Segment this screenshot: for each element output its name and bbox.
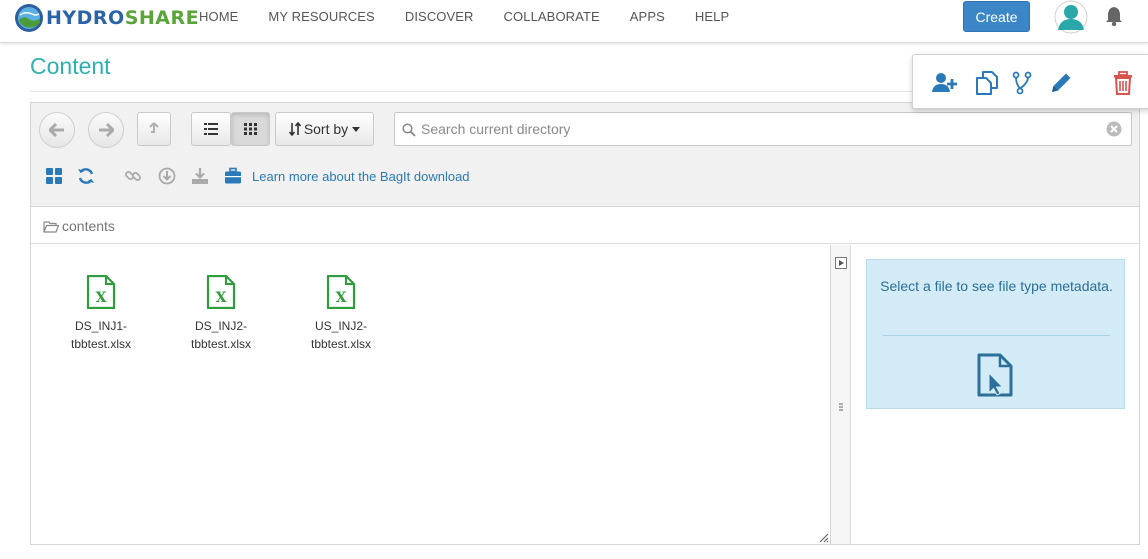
file-metadata-pane: Select a file to see file type metadata.	[852, 245, 1139, 544]
file-item[interactable]: X DS_INJ1- tbbtest.xlsx	[46, 275, 156, 353]
clear-search-icon[interactable]	[1106, 121, 1122, 137]
search-box	[394, 112, 1132, 146]
user-avatar-icon[interactable]	[1054, 0, 1088, 34]
up-directory-button[interactable]	[137, 112, 171, 146]
svg-text:X: X	[336, 290, 347, 306]
sort-by-dropdown[interactable]: Sort by	[275, 112, 374, 146]
notifications-bell-icon[interactable]	[1104, 5, 1124, 27]
file-browser-toolbar: Sort by Search current directory Learn m…	[31, 103, 1139, 207]
download-circle-icon[interactable]	[158, 167, 176, 185]
caret-down-icon	[352, 126, 361, 132]
back-button[interactable]	[39, 112, 75, 148]
grid-icon	[244, 123, 257, 135]
logo-text-hydro: HYDRO	[46, 7, 125, 29]
sort-icon	[288, 122, 301, 136]
metadata-info-box: Select a file to see file type metadata.	[866, 259, 1125, 409]
page-title: Content	[30, 53, 111, 79]
file-item[interactable]: X US_INJ2- tbbtest.xlsx	[286, 275, 396, 353]
file-list: X DS_INJ1- tbbtest.xlsx X DS_INJ2- tbbte…	[31, 245, 831, 544]
nav-discover[interactable]: DISCOVER	[405, 9, 474, 24]
breadcrumb: contents	[31, 208, 1139, 244]
logo-wordmark: HYDROSHARE	[46, 7, 199, 29]
file-item[interactable]: X DS_INJ2- tbbtest.xlsx	[166, 275, 276, 353]
grid-view-button[interactable]	[231, 112, 270, 146]
arrow-right-icon	[99, 123, 114, 137]
refresh-icon[interactable]	[77, 167, 95, 185]
excel-file-icon: X	[326, 275, 356, 309]
file-pointer-icon	[977, 353, 1013, 397]
nav-help[interactable]: HELP	[695, 9, 729, 24]
excel-file-icon: X	[86, 275, 116, 309]
search-input[interactable]	[419, 113, 1099, 145]
top-navbar: HYDROSHARE HOME MY RESOURCES DISCOVER CO…	[0, 0, 1148, 43]
breadcrumb-item-contents[interactable]: contents	[43, 218, 115, 234]
nav-my-resources[interactable]: MY RESOURCES	[268, 9, 374, 24]
version-branch-icon[interactable]	[1009, 70, 1035, 96]
delete-trash-icon[interactable]	[1110, 70, 1136, 96]
add-user-icon[interactable]	[931, 70, 957, 96]
resize-handle-icon[interactable]	[817, 531, 829, 543]
download-icon[interactable]	[191, 167, 209, 185]
link-icon[interactable]	[124, 167, 142, 185]
file-name: DS_INJ2- tbbtest.xlsx	[190, 319, 252, 351]
resource-actions-panel	[912, 54, 1148, 109]
folder-open-icon	[43, 220, 59, 233]
metadata-divider	[883, 335, 1110, 336]
file-browser: Sort by Search current directory Learn m…	[30, 102, 1140, 545]
svg-text:X: X	[96, 290, 107, 306]
metadata-message: Select a file to see file type metadata.	[880, 278, 1113, 294]
nav-apps[interactable]: APPS	[630, 9, 665, 24]
search-icon	[402, 123, 416, 137]
bagit-help-link[interactable]: Learn more about the BagIt download	[252, 169, 470, 184]
briefcase-icon[interactable]	[224, 167, 242, 185]
forward-button[interactable]	[88, 112, 124, 148]
sort-by-label: Sort by	[303, 121, 349, 137]
breadcrumb-label: contents	[62, 218, 115, 234]
excel-file-icon: X	[206, 275, 236, 309]
list-icon	[204, 123, 218, 135]
hydroshare-logo[interactable]: HYDROSHARE	[14, 2, 199, 34]
nav-home[interactable]: HOME	[199, 9, 238, 24]
title-divider	[30, 91, 920, 92]
drag-handle-icon[interactable]	[839, 403, 843, 413]
file-name: DS_INJ1- tbbtest.xlsx	[70, 319, 132, 351]
list-view-button[interactable]	[191, 112, 231, 146]
nav-collaborate[interactable]: COLLABORATE	[504, 9, 600, 24]
edit-pencil-icon[interactable]	[1048, 70, 1074, 96]
file-name: US_INJ2- tbbtest.xlsx	[310, 319, 372, 351]
main-nav: HOME MY RESOURCES DISCOVER COLLABORATE A…	[199, 0, 759, 32]
pane-splitter[interactable]	[831, 245, 851, 544]
level-up-icon	[149, 122, 159, 133]
svg-text:X: X	[216, 290, 227, 306]
logo-text-share: SHARE	[124, 7, 200, 29]
select-all-icon[interactable]	[45, 167, 63, 185]
arrow-left-icon	[49, 123, 64, 137]
collapse-pane-icon[interactable]	[835, 257, 847, 269]
create-button[interactable]: Create	[963, 1, 1030, 32]
copy-icon[interactable]	[974, 70, 1000, 96]
globe-logo-icon	[15, 4, 43, 32]
